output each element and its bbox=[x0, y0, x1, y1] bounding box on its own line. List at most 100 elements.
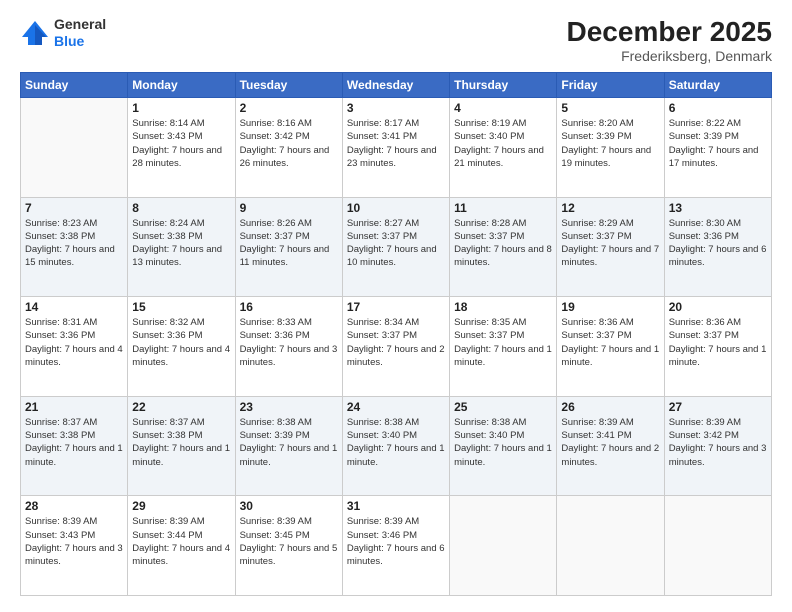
calendar-cell: 9Sunrise: 8:26 AMSunset: 3:37 PMDaylight… bbox=[235, 197, 342, 297]
day-header-saturday: Saturday bbox=[664, 73, 771, 98]
day-number: 4 bbox=[454, 101, 552, 115]
day-number: 21 bbox=[25, 400, 123, 414]
calendar-header-row: SundayMondayTuesdayWednesdayThursdayFrid… bbox=[21, 73, 772, 98]
day-number: 29 bbox=[132, 499, 230, 513]
day-number: 7 bbox=[25, 201, 123, 215]
calendar-week-row: 1 Sunrise: 8:14 AMSunset: 3:43 PMDaylight… bbox=[21, 98, 772, 198]
day-number: 26 bbox=[561, 400, 659, 414]
calendar-cell: 29 Sunrise: 8:39 AMSunset: 3:44 PMDayligh… bbox=[128, 496, 235, 596]
day-number: 16 bbox=[240, 300, 338, 314]
day-number: 9 bbox=[240, 201, 338, 215]
day-info: Sunrise: 8:16 AMSunset: 3:42 PMDaylight:… bbox=[240, 117, 338, 170]
calendar-cell: 19 Sunrise: 8:36 AMSunset: 3:37 PMDayligh… bbox=[557, 297, 664, 397]
calendar: SundayMondayTuesdayWednesdayThursdayFrid… bbox=[20, 72, 772, 596]
logo-text: General Blue bbox=[54, 16, 106, 50]
calendar-cell: 7Sunrise: 8:23 AMSunset: 3:38 PMDaylight… bbox=[21, 197, 128, 297]
calendar-cell: 12 Sunrise: 8:29 AMSunset: 3:37 PMDayligh… bbox=[557, 197, 664, 297]
day-number: 24 bbox=[347, 400, 445, 414]
calendar-cell: 11Sunrise: 8:28 AMSunset: 3:37 PMDayligh… bbox=[450, 197, 557, 297]
calendar-week-row: 28 Sunrise: 8:39 AMSunset: 3:43 PMDayligh… bbox=[21, 496, 772, 596]
calendar-cell: 17 Sunrise: 8:34 AMSunset: 3:37 PMDayligh… bbox=[342, 297, 449, 397]
day-number: 18 bbox=[454, 300, 552, 314]
logo-general: General bbox=[54, 16, 106, 32]
logo-blue: Blue bbox=[54, 33, 84, 49]
day-info: Sunrise: 8:34 AMSunset: 3:37 PMDaylight:… bbox=[347, 316, 445, 369]
location: Frederiksberg, Denmark bbox=[567, 48, 772, 64]
day-header-wednesday: Wednesday bbox=[342, 73, 449, 98]
day-info: Sunrise: 8:39 AMSunset: 3:42 PMDaylight:… bbox=[669, 416, 767, 469]
day-number: 5 bbox=[561, 101, 659, 115]
day-info: Sunrise: 8:14 AMSunset: 3:43 PMDaylight:… bbox=[132, 117, 230, 170]
calendar-week-row: 21 Sunrise: 8:37 AMSunset: 3:38 PMDayligh… bbox=[21, 396, 772, 496]
day-number: 20 bbox=[669, 300, 767, 314]
calendar-cell: 10 Sunrise: 8:27 AMSunset: 3:37 PMDayligh… bbox=[342, 197, 449, 297]
calendar-week-row: 14 Sunrise: 8:31 AMSunset: 3:36 PMDayligh… bbox=[21, 297, 772, 397]
calendar-cell: 14 Sunrise: 8:31 AMSunset: 3:36 PMDayligh… bbox=[21, 297, 128, 397]
logo: General Blue bbox=[20, 16, 106, 50]
day-info: Sunrise: 8:27 AMSunset: 3:37 PMDaylight:… bbox=[347, 217, 445, 270]
calendar-cell: 13 Sunrise: 8:30 AMSunset: 3:36 PMDayligh… bbox=[664, 197, 771, 297]
day-info: Sunrise: 8:39 AMSunset: 3:41 PMDaylight:… bbox=[561, 416, 659, 469]
calendar-cell: 20Sunrise: 8:36 AMSunset: 3:37 PMDayligh… bbox=[664, 297, 771, 397]
day-number: 17 bbox=[347, 300, 445, 314]
day-number: 14 bbox=[25, 300, 123, 314]
day-header-friday: Friday bbox=[557, 73, 664, 98]
day-info: Sunrise: 8:24 AMSunset: 3:38 PMDaylight:… bbox=[132, 217, 230, 270]
day-number: 10 bbox=[347, 201, 445, 215]
day-info: Sunrise: 8:30 AMSunset: 3:36 PMDaylight:… bbox=[669, 217, 767, 270]
calendar-cell: 1 Sunrise: 8:14 AMSunset: 3:43 PMDaylight… bbox=[128, 98, 235, 198]
calendar-cell: 2 Sunrise: 8:16 AMSunset: 3:42 PMDaylight… bbox=[235, 98, 342, 198]
day-number: 2 bbox=[240, 101, 338, 115]
calendar-cell: 21 Sunrise: 8:37 AMSunset: 3:38 PMDayligh… bbox=[21, 396, 128, 496]
day-info: Sunrise: 8:39 AMSunset: 3:45 PMDaylight:… bbox=[240, 515, 338, 568]
header: General Blue December 2025 Frederiksberg… bbox=[20, 16, 772, 64]
month-title: December 2025 bbox=[567, 16, 772, 48]
day-number: 15 bbox=[132, 300, 230, 314]
day-info: Sunrise: 8:36 AMSunset: 3:37 PMDaylight:… bbox=[561, 316, 659, 369]
calendar-cell: 16 Sunrise: 8:33 AMSunset: 3:36 PMDayligh… bbox=[235, 297, 342, 397]
calendar-cell: 8 Sunrise: 8:24 AMSunset: 3:38 PMDaylight… bbox=[128, 197, 235, 297]
day-number: 30 bbox=[240, 499, 338, 513]
calendar-cell: 18Sunrise: 8:35 AMSunset: 3:37 PMDayligh… bbox=[450, 297, 557, 397]
day-info: Sunrise: 8:38 AMSunset: 3:39 PMDaylight:… bbox=[240, 416, 338, 469]
calendar-cell: 4Sunrise: 8:19 AMSunset: 3:40 PMDaylight… bbox=[450, 98, 557, 198]
calendar-cell: 24 Sunrise: 8:38 AMSunset: 3:40 PMDayligh… bbox=[342, 396, 449, 496]
day-number: 28 bbox=[25, 499, 123, 513]
day-info: Sunrise: 8:29 AMSunset: 3:37 PMDaylight:… bbox=[561, 217, 659, 270]
calendar-cell: 23Sunrise: 8:38 AMSunset: 3:39 PMDayligh… bbox=[235, 396, 342, 496]
calendar-cell: 5Sunrise: 8:20 AMSunset: 3:39 PMDaylight… bbox=[557, 98, 664, 198]
day-header-monday: Monday bbox=[128, 73, 235, 98]
calendar-cell bbox=[450, 496, 557, 596]
title-block: December 2025 Frederiksberg, Denmark bbox=[567, 16, 772, 64]
day-number: 8 bbox=[132, 201, 230, 215]
logo-icon bbox=[20, 19, 50, 47]
day-number: 13 bbox=[669, 201, 767, 215]
day-number: 12 bbox=[561, 201, 659, 215]
day-info: Sunrise: 8:28 AMSunset: 3:37 PMDaylight:… bbox=[454, 217, 552, 270]
day-info: Sunrise: 8:33 AMSunset: 3:36 PMDaylight:… bbox=[240, 316, 338, 369]
day-header-thursday: Thursday bbox=[450, 73, 557, 98]
calendar-cell: 27 Sunrise: 8:39 AMSunset: 3:42 PMDayligh… bbox=[664, 396, 771, 496]
calendar-week-row: 7Sunrise: 8:23 AMSunset: 3:38 PMDaylight… bbox=[21, 197, 772, 297]
day-info: Sunrise: 8:17 AMSunset: 3:41 PMDaylight:… bbox=[347, 117, 445, 170]
day-number: 27 bbox=[669, 400, 767, 414]
calendar-cell: 6Sunrise: 8:22 AMSunset: 3:39 PMDaylight… bbox=[664, 98, 771, 198]
day-number: 1 bbox=[132, 101, 230, 115]
day-info: Sunrise: 8:31 AMSunset: 3:36 PMDaylight:… bbox=[25, 316, 123, 369]
day-number: 22 bbox=[132, 400, 230, 414]
calendar-cell: 25Sunrise: 8:38 AMSunset: 3:40 PMDayligh… bbox=[450, 396, 557, 496]
day-info: Sunrise: 8:37 AMSunset: 3:38 PMDaylight:… bbox=[25, 416, 123, 469]
calendar-cell: 28 Sunrise: 8:39 AMSunset: 3:43 PMDayligh… bbox=[21, 496, 128, 596]
calendar-cell: 31Sunrise: 8:39 AMSunset: 3:46 PMDayligh… bbox=[342, 496, 449, 596]
calendar-cell bbox=[664, 496, 771, 596]
day-info: Sunrise: 8:39 AMSunset: 3:43 PMDaylight:… bbox=[25, 515, 123, 568]
calendar-cell: 26 Sunrise: 8:39 AMSunset: 3:41 PMDayligh… bbox=[557, 396, 664, 496]
day-number: 25 bbox=[454, 400, 552, 414]
day-info: Sunrise: 8:38 AMSunset: 3:40 PMDaylight:… bbox=[347, 416, 445, 469]
calendar-cell: 15Sunrise: 8:32 AMSunset: 3:36 PMDayligh… bbox=[128, 297, 235, 397]
day-number: 31 bbox=[347, 499, 445, 513]
day-number: 19 bbox=[561, 300, 659, 314]
day-number: 3 bbox=[347, 101, 445, 115]
day-info: Sunrise: 8:39 AMSunset: 3:44 PMDaylight:… bbox=[132, 515, 230, 568]
calendar-cell bbox=[21, 98, 128, 198]
